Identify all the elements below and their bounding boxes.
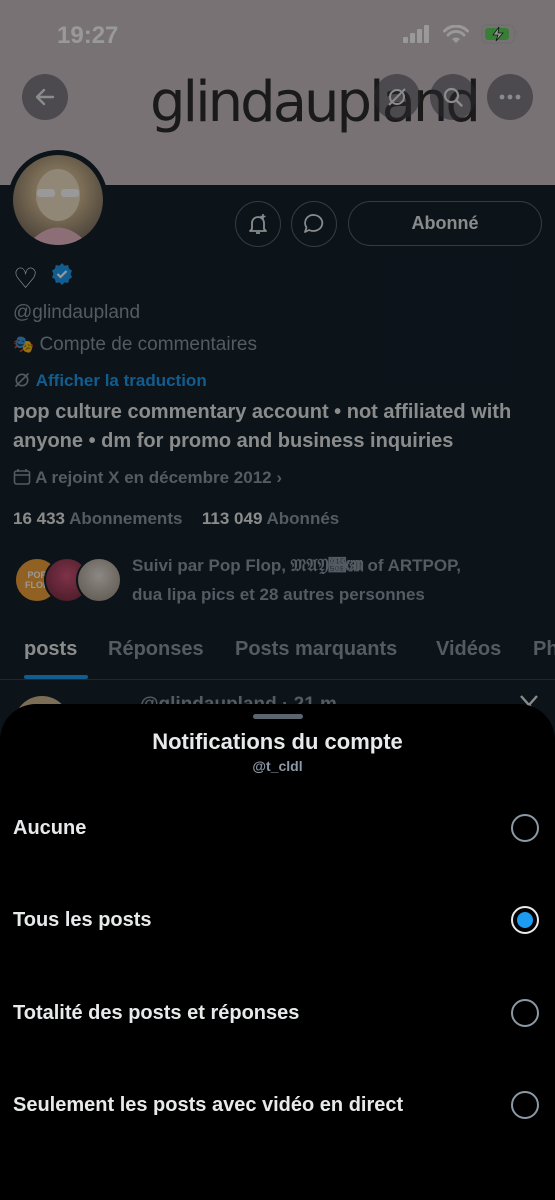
option-label: Totalité des posts et réponses: [13, 1001, 300, 1024]
option-all-posts[interactable]: Tous les posts: [0, 890, 555, 950]
option-none[interactable]: Aucune: [0, 798, 555, 858]
account-notifications-sheet: Notifications du compte @t_cldl Aucune T…: [0, 704, 555, 1200]
radio-checked[interactable]: [511, 906, 539, 934]
radio-unchecked[interactable]: [511, 814, 539, 842]
radio-unchecked[interactable]: [511, 999, 539, 1027]
option-live-video-only[interactable]: Seulement les posts avec vidéo en direct: [0, 1075, 555, 1135]
option-label: Seulement les posts avec vidéo en direct: [13, 1093, 404, 1116]
radio-dot: [517, 912, 533, 928]
sheet-grabber[interactable]: [253, 714, 303, 719]
radio-unchecked[interactable]: [511, 1091, 539, 1119]
option-label: Tous les posts: [13, 908, 152, 931]
option-posts-and-replies[interactable]: Totalité des posts et réponses: [0, 983, 555, 1043]
sheet-subtitle: @t_cldl: [252, 758, 303, 774]
option-label: Aucune: [13, 816, 87, 839]
sheet-title: Notifications du compte: [152, 729, 403, 754]
